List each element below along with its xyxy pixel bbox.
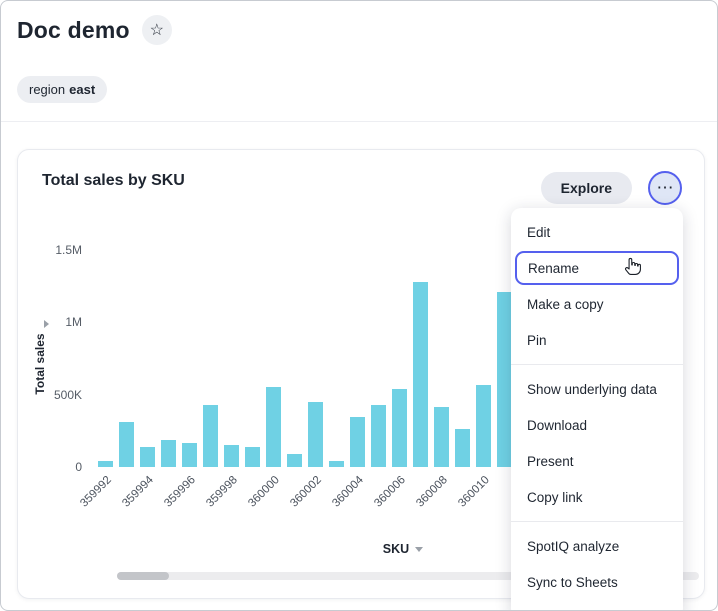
menu-divider: [511, 364, 683, 365]
bar-sku-359997[interactable]: [203, 405, 218, 467]
explore-button[interactable]: Explore: [541, 172, 632, 204]
menu-item-download[interactable]: Download: [511, 407, 683, 443]
x-tick-label: 359998: [204, 474, 240, 510]
y-tick-label: 1.5M: [18, 243, 82, 257]
filter-chip-region[interactable]: region east: [17, 76, 107, 103]
context-menu: EditRenameMake a copyPin Show underlying …: [511, 208, 683, 611]
bar-sku-360008[interactable]: [434, 407, 449, 467]
bar-sku-360011[interactable]: [497, 292, 512, 467]
x-tick-label: 360008: [414, 474, 450, 510]
scrollbar-thumb[interactable]: [117, 572, 169, 580]
page-title: Doc demo: [17, 17, 130, 44]
y-tick-label: 500K: [18, 388, 82, 402]
bar-sku-360005[interactable]: [371, 405, 386, 467]
x-axis-label[interactable]: SKU: [358, 542, 448, 556]
x-tick-label: 360006: [372, 474, 408, 510]
bar-sku-360002[interactable]: [308, 402, 323, 467]
bar-sku-359999[interactable]: [245, 447, 260, 467]
bar-sku-359993[interactable]: [119, 422, 134, 467]
x-tick-label: 359992: [78, 474, 114, 510]
bar-sku-359992[interactable]: [98, 461, 113, 467]
filter-chip-label: region: [29, 82, 65, 97]
x-tick-label: 360000: [246, 474, 282, 510]
more-options-button[interactable]: ⋯: [648, 171, 682, 205]
page-header: Doc demo ☆: [17, 15, 172, 45]
ellipsis-icon: ⋯: [657, 179, 674, 196]
bar-sku-359998[interactable]: [224, 445, 239, 467]
menu-item-present[interactable]: Present: [511, 443, 683, 479]
y-axis-label[interactable]: Total sales: [33, 333, 47, 394]
x-tick-label: 360002: [288, 474, 324, 510]
menu-item-pin[interactable]: Pin: [511, 322, 683, 358]
y-axis-label-text: Total sales: [33, 333, 47, 394]
bar-sku-359994[interactable]: [140, 447, 155, 467]
menu-item-rename[interactable]: Rename: [515, 251, 679, 285]
bar-sku-360000[interactable]: [266, 387, 281, 467]
bar-sku-360006[interactable]: [392, 389, 407, 467]
filter-chip-value: east: [69, 82, 95, 97]
bar-sku-360009[interactable]: [455, 429, 470, 467]
x-tick-label: 359994: [120, 474, 156, 510]
star-icon: ☆: [150, 20, 164, 40]
y-axis-caret-icon: [44, 320, 49, 328]
bar-sku-359995[interactable]: [161, 440, 176, 467]
menu-item-copy-link[interactable]: Copy link: [511, 479, 683, 515]
menu-item-show-underlying-data[interactable]: Show underlying data: [511, 371, 683, 407]
menu-item-make-a-copy[interactable]: Make a copy: [511, 286, 683, 322]
bar-sku-360003[interactable]: [329, 461, 344, 467]
x-tick-label: 360004: [330, 474, 366, 510]
menu-item-edit[interactable]: Edit: [511, 214, 683, 250]
header-divider: [1, 121, 717, 122]
bar-sku-360007[interactable]: [413, 282, 428, 467]
bar-sku-360010[interactable]: [476, 385, 491, 467]
y-tick-label: 1M: [18, 315, 82, 329]
caret-down-icon: [415, 547, 423, 552]
menu-item-sync-to-sheets[interactable]: Sync to Sheets: [511, 564, 683, 600]
favorite-button[interactable]: ☆: [142, 15, 172, 45]
menu-item-spotiq-analyze[interactable]: SpotIQ analyze: [511, 528, 683, 564]
bar-sku-360001[interactable]: [287, 454, 302, 467]
app-window: Doc demo ☆ region east Total sales by SK…: [0, 0, 718, 611]
bar-sku-360004[interactable]: [350, 417, 365, 467]
hand-cursor-icon: [623, 256, 643, 278]
y-tick-label: 0: [18, 460, 82, 474]
menu-divider: [511, 521, 683, 522]
viz-title: Total sales by SKU: [42, 172, 185, 190]
bar-sku-359996[interactable]: [182, 443, 197, 467]
x-axis-label-text: SKU: [383, 542, 409, 556]
x-tick-label: 359996: [162, 474, 198, 510]
x-tick-label: 360010: [456, 474, 492, 510]
bar-series: [98, 250, 512, 467]
